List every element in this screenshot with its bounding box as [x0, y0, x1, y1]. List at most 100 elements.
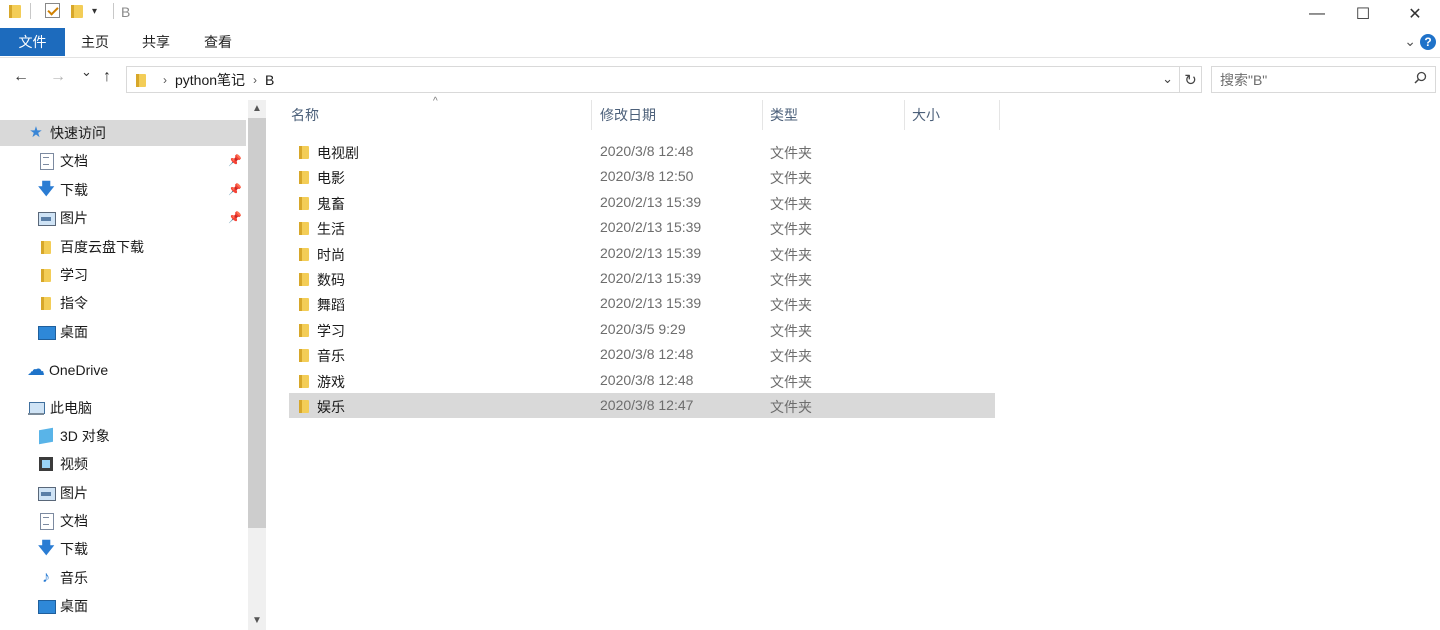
new-folder-icon[interactable] — [70, 3, 84, 19]
address-dropdown-icon[interactable]: ⌄ — [1162, 71, 1173, 87]
sidebar-item-baidu[interactable]: 百度云盘下载 — [0, 234, 246, 260]
file-date: 2020/3/8 12:50 — [600, 168, 694, 184]
address-bar[interactable]: › python笔记 › B ⌄ — [126, 66, 1180, 93]
sidebar-item-quick-access[interactable]: ★ 快速访问 — [0, 120, 246, 146]
scroll-down-icon[interactable]: ▼ — [248, 612, 266, 630]
maximize-button[interactable]: ☐ — [1340, 0, 1386, 28]
file-name: 时尚 — [317, 247, 345, 263]
sidebar-item-label: 文档 — [60, 513, 88, 529]
file-type: 文件夹 — [770, 348, 812, 364]
help-icon[interactable]: ? — [1420, 34, 1436, 50]
file-name: 娱乐 — [317, 399, 345, 415]
sidebar-scrollbar-thumb[interactable] — [248, 118, 266, 528]
sidebar-item-pc-desktop[interactable]: 桌面 — [0, 593, 246, 619]
table-row[interactable]: 生活 2020/2/13 15:39 文件夹 — [289, 215, 995, 240]
file-name: 鬼畜 — [317, 196, 345, 212]
table-row[interactable]: 鬼畜 2020/2/13 15:39 文件夹 — [289, 190, 995, 215]
column-header-date[interactable]: 修改日期 — [593, 100, 763, 130]
sidebar-item-pc-pictures[interactable]: 图片 — [0, 480, 246, 506]
table-row[interactable]: 音乐 2020/3/8 12:48 文件夹 — [289, 342, 995, 367]
table-row[interactable]: 电视剧 2020/3/8 12:48 文件夹 — [289, 139, 995, 164]
table-row[interactable]: 学习 2020/3/5 9:29 文件夹 — [289, 317, 995, 342]
pin-icon[interactable]: 📌 — [228, 183, 242, 196]
sidebar-item-downloads[interactable]: 🡇 下载 📌 — [0, 177, 246, 203]
sidebar-item-documents[interactable]: 文档 📌 — [0, 148, 246, 174]
breadcrumb-item[interactable]: B — [265, 72, 274, 88]
close-button[interactable]: ✕ — [1392, 0, 1438, 28]
file-name: 音乐 — [317, 348, 345, 364]
sidebar-item-label: 此电脑 — [50, 400, 92, 416]
breadcrumb-item[interactable]: python笔记 — [175, 70, 245, 90]
sidebar-item-pc-downloads[interactable]: 🡇 下载 — [0, 536, 246, 562]
pin-icon[interactable]: 📌 — [228, 211, 242, 224]
properties-checkbox-icon[interactable] — [45, 3, 60, 18]
minimize-button[interactable]: — — [1294, 0, 1340, 28]
sidebar-item-pictures[interactable]: 图片 📌 — [0, 205, 246, 231]
sidebar-item-videos[interactable]: 视频 — [0, 451, 246, 477]
file-name: 舞蹈 — [317, 297, 345, 313]
file-date: 2020/3/8 12:47 — [600, 397, 694, 413]
scroll-up-icon[interactable]: ▲ — [248, 100, 266, 118]
folder-icon — [38, 295, 54, 311]
file-type: 文件夹 — [770, 272, 812, 288]
sidebar-item-label: 学习 — [60, 267, 88, 283]
sidebar-item-study[interactable]: 学习 — [0, 262, 246, 288]
sidebar-item-this-pc[interactable]: 此电脑 — [0, 395, 246, 421]
tab-share[interactable]: 共享 — [126, 28, 186, 56]
table-row[interactable]: 娱乐 2020/3/8 12:47 文件夹 — [289, 393, 995, 418]
table-row[interactable]: 时尚 2020/2/13 15:39 文件夹 — [289, 241, 995, 266]
table-row[interactable]: 舞蹈 2020/2/13 15:39 文件夹 — [289, 291, 995, 316]
folder-icon — [38, 267, 54, 283]
document-icon — [38, 513, 54, 530]
file-type: 文件夹 — [770, 297, 812, 313]
folder-icon — [8, 3, 22, 19]
table-row[interactable]: 电影 2020/3/8 12:50 文件夹 — [289, 164, 995, 189]
chevron-right-icon[interactable]: › — [253, 73, 257, 87]
sidebar-item-commands[interactable]: 指令 — [0, 290, 246, 316]
folder-icon — [296, 271, 312, 287]
sidebar-item-pc-documents[interactable]: 文档 — [0, 508, 246, 534]
sidebar-item-music[interactable]: ♪ 音乐 — [0, 565, 246, 591]
customize-toolbar-icon[interactable]: ▾ — [92, 6, 97, 17]
table-row[interactable]: 数码 2020/2/13 15:39 文件夹 — [289, 266, 995, 291]
file-name: 电影 — [317, 170, 345, 186]
column-header-type[interactable]: 类型 — [763, 100, 905, 130]
file-date: 2020/2/13 15:39 — [600, 245, 702, 261]
folder-icon — [296, 195, 312, 211]
sidebar-item-label: 下载 — [60, 182, 88, 198]
chevron-right-icon[interactable]: › — [163, 73, 167, 87]
recent-locations-icon[interactable]: ⌄ — [81, 64, 92, 80]
tab-view[interactable]: 查看 — [188, 28, 248, 56]
pin-icon[interactable]: 📌 — [228, 154, 242, 167]
forward-arrow-icon[interactable]: → — [50, 68, 66, 86]
file-type: 文件夹 — [770, 170, 812, 186]
column-header-size[interactable]: 大小 — [905, 100, 1000, 130]
file-type: 文件夹 — [770, 247, 812, 263]
sidebar-item-desktop[interactable]: 桌面 — [0, 319, 246, 345]
refresh-button[interactable]: ↻ — [1180, 66, 1202, 93]
sidebar-item-label: 桌面 — [60, 598, 88, 614]
up-arrow-icon[interactable]: ↑ — [103, 68, 111, 86]
sidebar-item-onedrive[interactable]: ☁ OneDrive — [0, 357, 246, 383]
file-type: 文件夹 — [770, 221, 812, 237]
cloud-icon: ☁ — [27, 359, 45, 379]
document-icon — [38, 153, 54, 170]
pictures-icon — [38, 485, 56, 501]
column-header-name[interactable]: 名称 — [284, 100, 592, 130]
folder-icon — [296, 246, 312, 262]
search-box[interactable] — [1211, 66, 1436, 93]
tab-home[interactable]: 主页 — [65, 28, 125, 56]
search-input[interactable] — [1212, 67, 1402, 92]
search-icon[interactable] — [1414, 71, 1427, 84]
file-name: 生活 — [317, 221, 345, 237]
table-row[interactable]: 游戏 2020/3/8 12:48 文件夹 — [289, 368, 995, 393]
chevron-down-icon[interactable]: ⌄ — [1404, 33, 1416, 50]
file-type: 文件夹 — [770, 323, 812, 339]
file-type: 文件夹 — [770, 145, 812, 161]
sidebar-item-3d-objects[interactable]: 3D 对象 — [0, 423, 246, 449]
file-date: 2020/3/5 9:29 — [600, 321, 686, 337]
file-name: 数码 — [317, 272, 345, 288]
tab-file[interactable]: 文件 — [0, 28, 65, 56]
back-arrow-icon[interactable]: ← — [13, 68, 29, 86]
sidebar-item-label: OneDrive — [49, 362, 109, 378]
